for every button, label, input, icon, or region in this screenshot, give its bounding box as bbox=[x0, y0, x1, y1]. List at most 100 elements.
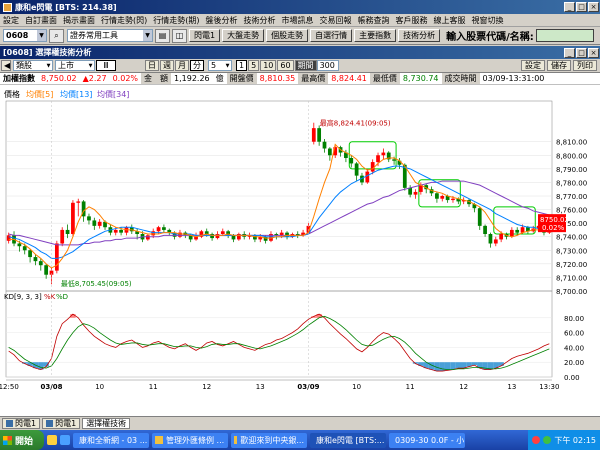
chart-maximize-button[interactable]: □ bbox=[576, 47, 587, 58]
stock-code-select[interactable]: 0608 ▼ bbox=[3, 29, 47, 42]
search-icon[interactable]: ⌕ bbox=[49, 28, 64, 43]
menu-market-news[interactable]: 市場訊息 bbox=[279, 15, 317, 26]
x-tick-label: 11 bbox=[149, 383, 158, 391]
index-chip[interactable]: Ⅲ bbox=[96, 60, 116, 71]
tab-technical[interactable]: 選擇權技術 bbox=[82, 418, 131, 429]
price-labels: 價格 均價[5] 均價[13] 均價[34] 最高8,824.41(09:05)… bbox=[4, 89, 569, 288]
x-tick-label: 10 bbox=[352, 383, 361, 391]
menu-customer-service[interactable]: 客戶服務 bbox=[393, 15, 431, 26]
candle-body bbox=[376, 155, 380, 163]
x-tick-label: 12 bbox=[459, 383, 468, 391]
menu-window-switch[interactable]: 視窗切換 bbox=[469, 15, 507, 26]
menu-quote-flash[interactable]: 行情走勢(閃) bbox=[98, 15, 150, 26]
flash1-button[interactable]: 閃電1 bbox=[189, 29, 221, 42]
task-item[interactable]: 康和全新網 - 03 ... bbox=[73, 432, 149, 448]
close-button[interactable]: × bbox=[588, 2, 599, 12]
interval-5-button[interactable]: 5 bbox=[248, 60, 260, 71]
tab-label: 閃電1 bbox=[15, 419, 37, 428]
menu-technical[interactable]: 技術分析 bbox=[241, 15, 279, 26]
candle-body bbox=[515, 229, 520, 233]
kd-tick-label: 60.00 bbox=[564, 330, 584, 338]
period-week-button[interactable]: 週 bbox=[160, 60, 174, 71]
interval-60-button[interactable]: 60 bbox=[277, 60, 294, 71]
period-count-field[interactable]: 300 bbox=[316, 60, 339, 71]
save-button[interactable]: 儲存 bbox=[547, 60, 571, 71]
task-item-active[interactable]: 康和e閃電 [BTS:... bbox=[310, 432, 386, 448]
maximize-button[interactable]: □ bbox=[576, 2, 587, 12]
menu-settings[interactable]: 設定 bbox=[0, 15, 22, 26]
candle-body bbox=[349, 158, 354, 164]
price-tick-label: 8,810.00 bbox=[556, 139, 587, 147]
period-day-button[interactable]: 日 bbox=[145, 60, 159, 71]
moving-averages-layer bbox=[8, 143, 550, 269]
stock-input-field[interactable] bbox=[535, 29, 594, 42]
market-select[interactable]: 上市 ▼ bbox=[55, 60, 95, 71]
price-tick-label: 8,740.00 bbox=[556, 234, 587, 242]
task-item[interactable]: 0309-30 0.0F - 小... bbox=[389, 432, 465, 448]
interval-10-button[interactable]: 10 bbox=[260, 60, 277, 71]
start-button[interactable]: 開始 bbox=[0, 430, 44, 450]
interval-select[interactable]: 5 ▼ bbox=[208, 60, 232, 71]
tab-flash1-a[interactable]: 閃電1 bbox=[2, 418, 41, 429]
ma5-legend: 均價[5] bbox=[26, 89, 53, 99]
menu-trade-report[interactable]: 交易回報 bbox=[317, 15, 355, 26]
menu-custom-screen[interactable]: 自訂畫面 bbox=[22, 15, 60, 26]
candle-body bbox=[113, 229, 118, 233]
task-item[interactable]: 歡迎來到中央銀... bbox=[231, 432, 307, 448]
chart-close-button[interactable]: × bbox=[588, 47, 599, 58]
settings-button[interactable]: 設定 bbox=[521, 60, 545, 71]
tool-dropdown[interactable]: 證券常用工具 ▼ bbox=[67, 29, 153, 42]
candle-body bbox=[488, 234, 493, 244]
candle-body bbox=[38, 261, 43, 266]
quicklaunch-folder-icon[interactable] bbox=[47, 435, 57, 445]
chart-window-title-bar: [0608] 選擇權技術分析 _ □ × bbox=[0, 46, 600, 59]
menu-after-hours[interactable]: 盤後分析 bbox=[203, 15, 241, 26]
period-minute-button[interactable]: 分 bbox=[190, 60, 204, 71]
x-tick-label: 03/09 bbox=[297, 383, 319, 391]
chart-tool-icon[interactable]: ▤ bbox=[155, 28, 170, 43]
candle-body bbox=[145, 235, 150, 240]
prev-arrow-icon[interactable]: ◀ bbox=[1, 60, 11, 71]
candles-layer bbox=[6, 122, 552, 285]
tray-icon[interactable] bbox=[532, 436, 541, 444]
menu-display-screen[interactable]: 揭示畫面 bbox=[60, 15, 98, 26]
menu-quote-futures[interactable]: 行情走勢(期) bbox=[150, 15, 202, 26]
print-button[interactable]: 列印 bbox=[573, 60, 597, 71]
price-grid: 8,810.00 8,800.00 8,790.00 8,780.00 8,770.00… bbox=[5, 100, 587, 296]
quote-change-pct: 0.02% bbox=[112, 74, 139, 83]
ie-icon bbox=[155, 436, 163, 444]
candle-body bbox=[28, 250, 32, 258]
chart-minimize-button[interactable]: _ bbox=[564, 47, 575, 58]
tray-icon[interactable] bbox=[543, 436, 552, 444]
category-select[interactable]: 類股 ▼ bbox=[13, 60, 53, 71]
tab-flash1-b[interactable]: 閃電1 bbox=[42, 418, 81, 429]
menu-online-support[interactable]: 線上客服 bbox=[431, 15, 469, 26]
stock-trend-button[interactable]: 個股走勢 bbox=[266, 29, 309, 42]
ma34-legend: 均價[34] bbox=[97, 89, 129, 99]
candle-body bbox=[119, 229, 123, 233]
quote-low-label: 最低價 bbox=[369, 73, 400, 84]
window-icon bbox=[46, 420, 54, 427]
candle-body bbox=[322, 141, 327, 149]
task-item[interactable]: 管理外匯條例 ... bbox=[152, 432, 228, 448]
candle-body bbox=[499, 234, 504, 240]
system-tray: 下午 02:15 bbox=[528, 430, 600, 450]
quote-time-label: 成交時間 bbox=[441, 73, 480, 84]
market-trend-button[interactable]: 大盤走勢 bbox=[222, 29, 265, 42]
last-price-pct: 0.02% bbox=[542, 224, 565, 232]
quicklaunch-ie-icon[interactable] bbox=[60, 435, 70, 445]
candlestick-chart[interactable]: 8,810.00 8,800.00 8,790.00 8,780.00 8,770.00… bbox=[0, 85, 600, 399]
chart-area[interactable]: 8,810.00 8,800.00 8,790.00 8,780.00 8,770.00… bbox=[0, 85, 600, 399]
watchlist-button[interactable]: 自選行情 bbox=[310, 29, 353, 42]
minimize-button[interactable]: _ bbox=[564, 2, 575, 12]
major-index-button[interactable]: 主要指數 bbox=[354, 29, 397, 42]
technical-button[interactable]: 技術分析 bbox=[398, 29, 441, 42]
menu-account[interactable]: 帳務查詢 bbox=[355, 15, 393, 26]
period-label: 期間 bbox=[294, 60, 317, 71]
window-tool-icon[interactable]: ◫ bbox=[172, 28, 187, 43]
candle-body bbox=[435, 193, 439, 199]
interval-1-button[interactable]: 1 bbox=[236, 60, 248, 71]
period-month-button[interactable]: 月 bbox=[175, 60, 189, 71]
candle-body bbox=[65, 229, 70, 234]
candle-body bbox=[354, 163, 359, 176]
